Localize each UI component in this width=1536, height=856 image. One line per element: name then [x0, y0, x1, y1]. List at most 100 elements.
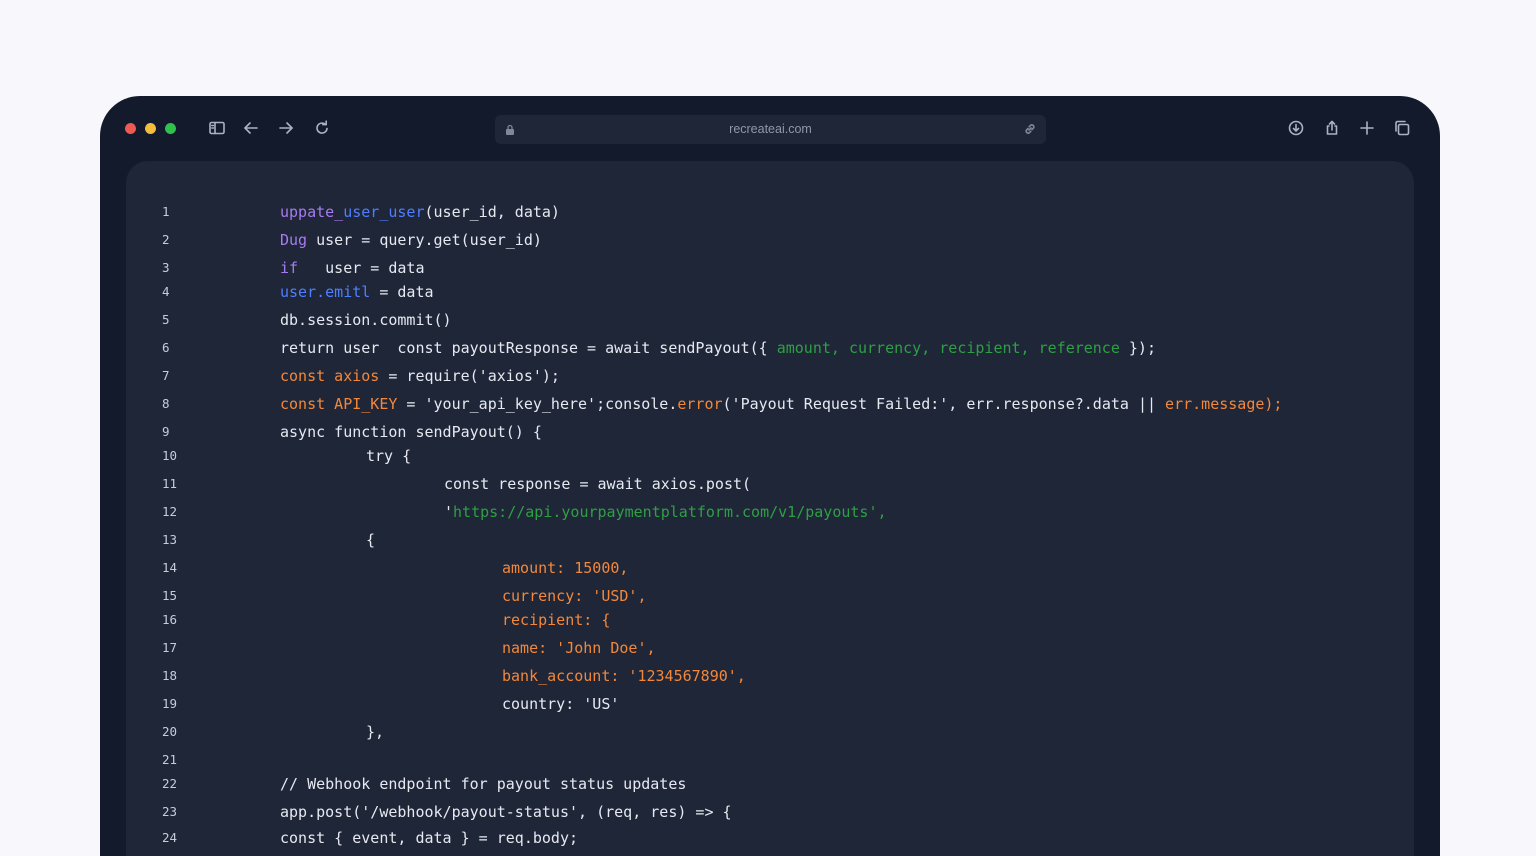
code-line: 12 'https://api.yourpaymentplatform.com/v…	[126, 501, 1414, 523]
address-bar[interactable]: recreateai.com	[495, 115, 1046, 144]
code-line: 6 return user const payoutResponse = awai…	[126, 337, 1414, 359]
line-number: 19	[162, 696, 178, 711]
line-number: 2	[162, 232, 170, 247]
code-token: try {	[366, 447, 412, 465]
code-token: app.post('/webhook/payout-status', (req,…	[280, 803, 732, 821]
line-number: 4	[162, 284, 170, 299]
code-token: // Webhook endpoint for payout status up…	[280, 775, 687, 793]
code-text: country: 'US'	[502, 693, 619, 715]
code-token: user = data	[298, 259, 425, 277]
close-window-button[interactable]	[125, 123, 136, 134]
url-text: recreateai.com	[729, 122, 812, 136]
code-text: return user const payoutResponse = await…	[280, 337, 1156, 359]
back-icon[interactable]	[241, 118, 261, 138]
code-token: user = query.get(user_id)	[307, 231, 542, 249]
line-number: 10	[162, 448, 178, 463]
code-text: app.post('/webhook/payout-status', (req,…	[280, 801, 732, 823]
sidebar-icon[interactable]	[207, 118, 227, 138]
link-icon[interactable]	[1023, 122, 1037, 136]
line-number: 6	[162, 340, 170, 355]
line-number: 11	[162, 476, 178, 491]
code-line: 16 recipient: {	[126, 609, 1414, 631]
line-number: 3	[162, 260, 170, 275]
browser-toolbar: recreateai.com	[100, 96, 1440, 160]
code-line: 4 user.emitl = data	[126, 281, 1414, 303]
code-token: const API_KEY	[280, 395, 398, 413]
browser-window: recreateai.com 1 uppate_user_user(user_id…	[100, 96, 1440, 856]
code-line: 24 const { event, data } = req.body;	[126, 827, 1414, 849]
code-text: const response = await axios.post(	[444, 473, 751, 495]
code-token: err.message);	[1165, 395, 1283, 413]
line-number: 21	[162, 752, 178, 767]
share-icon[interactable]	[1322, 118, 1342, 138]
code-token: const response = await axios.post(	[444, 475, 752, 493]
code-text: if user = data	[280, 257, 425, 279]
code-token: country: 'US'	[502, 695, 620, 713]
code-token: },	[366, 723, 385, 741]
code-text: },	[366, 721, 384, 743]
code-text: try {	[366, 445, 411, 467]
code-line: 7 const axios = require('axios');	[126, 365, 1414, 387]
download-icon[interactable]	[1286, 118, 1306, 138]
code-token: user.emitl	[280, 283, 371, 301]
tabs-icon[interactable]	[1392, 118, 1412, 138]
code-text: recipient: {	[502, 609, 610, 631]
code-line: 18 bank_account: '1234567890',	[126, 665, 1414, 687]
code-text: db.session.commit()	[280, 309, 452, 331]
code-text: const API_KEY = 'your_api_key_here';cons…	[280, 393, 1282, 415]
code-line: 15 currency: 'USD',	[126, 585, 1414, 607]
code-line: 8 const API_KEY = 'your_api_key_here';con…	[126, 393, 1414, 415]
code-line: 10 try {	[126, 445, 1414, 467]
code-token: db.session.commit()	[280, 311, 452, 329]
code-text: // Webhook endpoint for payout status up…	[280, 773, 686, 795]
line-number: 9	[162, 424, 170, 439]
line-number: 16	[162, 612, 178, 627]
code-token: if	[280, 259, 299, 277]
code-line: 23 app.post('/webhook/payout-status', (re…	[126, 801, 1414, 823]
code-editor[interactable]: 1 uppate_user_user(user_id, data) 2 Dug use…	[126, 161, 1414, 856]
code-text: uppate_user_user(user_id, data)	[280, 201, 560, 223]
code-token: https://api.yourpaymentplatform.com/v1/p…	[453, 503, 887, 521]
code-token: uppate_	[280, 203, 344, 221]
reload-icon[interactable]	[312, 118, 332, 138]
code-token: ('Payout Request Failed:', err.response?…	[722, 395, 1166, 413]
code-line: 19 country: 'US'	[126, 693, 1414, 715]
minimize-window-button[interactable]	[145, 123, 156, 134]
code-text: 'https://api.yourpaymentplatform.com/v1/…	[444, 501, 887, 523]
code-text: async function sendPayout() {	[280, 421, 542, 443]
line-number: 14	[162, 560, 178, 575]
line-number: 1	[162, 204, 170, 219]
line-number: 23	[162, 804, 178, 819]
line-number: 7	[162, 368, 170, 383]
code-token: = data	[370, 283, 434, 301]
code-text: currency: 'USD',	[502, 585, 647, 607]
code-token: bank_account: '1234567890',	[502, 667, 746, 685]
code-token: amount: 15000,	[502, 559, 629, 577]
code-line: 13 {	[126, 529, 1414, 551]
maximize-window-button[interactable]	[165, 123, 176, 134]
line-number: 15	[162, 588, 178, 603]
code-line: 22 // Webhook endpoint for payout status …	[126, 773, 1414, 795]
code-token: = 'your_api_key_here';console.	[397, 395, 678, 413]
code-token: user_user	[343, 203, 425, 221]
line-number: 17	[162, 640, 178, 655]
code-token: = require('axios');	[379, 367, 560, 385]
line-number: 8	[162, 396, 170, 411]
code-token: Dug	[280, 231, 308, 249]
new-tab-icon[interactable]	[1357, 118, 1377, 138]
code-text: name: 'John Doe',	[502, 637, 656, 659]
code-token: currency: 'USD',	[502, 587, 647, 605]
code-line: 5 db.session.commit()	[126, 309, 1414, 331]
code-text: bank_account: '1234567890',	[502, 665, 746, 687]
code-token: return user const payoutResponse = await…	[280, 339, 777, 357]
forward-icon[interactable]	[276, 118, 296, 138]
code-line: 1 uppate_user_user(user_id, data)	[126, 201, 1414, 223]
code-line: 14 amount: 15000,	[126, 557, 1414, 579]
code-line: 3 if user = data	[126, 257, 1414, 279]
code-text: const axios = require('axios');	[280, 365, 560, 387]
code-line: 11 const response = await axios.post(	[126, 473, 1414, 495]
code-token: const axios	[280, 367, 380, 385]
code-line: 17 name: 'John Doe',	[126, 637, 1414, 659]
code-text: user.emitl = data	[280, 281, 434, 303]
line-number: 5	[162, 312, 170, 327]
